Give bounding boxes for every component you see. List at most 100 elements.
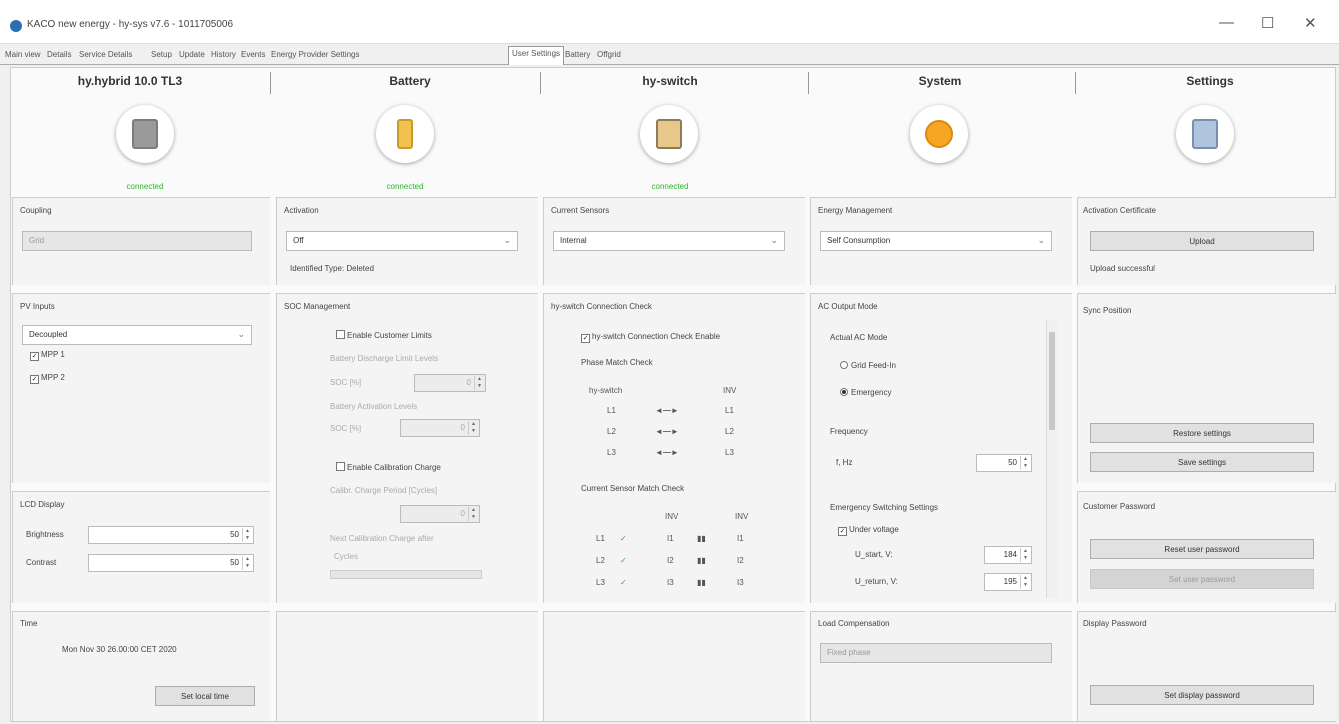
load-combo: Fixed phase xyxy=(820,643,1052,663)
spin-arrows-icon[interactable]: ▲ ▼ xyxy=(242,528,252,542)
frequency-title: Frequency xyxy=(830,427,868,436)
spin-arrows-icon: ▲ ▼ xyxy=(468,507,478,521)
tab-setup[interactable]: Setup xyxy=(148,48,175,64)
load-title: Load Compensation xyxy=(818,619,890,628)
tab-update[interactable]: Update xyxy=(176,48,208,64)
mpp1-label: MPP 1 xyxy=(41,350,65,359)
divider xyxy=(270,72,271,94)
tab-energy-provider-settings[interactable]: Energy Provider Settings xyxy=(268,48,363,64)
hyswitch-check-title: hy-switch Connection Check xyxy=(551,302,652,311)
hyswitch-check-enable-checkbox[interactable]: ✓ hy-switch Connection Check Enable xyxy=(581,332,720,343)
current-time: Mon Nov 30 26.00:00 CET 2020 xyxy=(62,645,177,654)
activation-combo[interactable]: Off ⌄ xyxy=(286,231,518,251)
customer-password-title: Customer Password xyxy=(1083,502,1156,511)
sensor-col-inv: INV xyxy=(665,512,679,521)
spin-arrows-icon[interactable]: ▲ ▼ xyxy=(1020,456,1030,470)
spin-arrows-icon[interactable]: ▲ ▼ xyxy=(1020,575,1030,589)
chevron-down-icon: ⌄ xyxy=(770,235,778,245)
coupling-value: Grid xyxy=(29,236,45,245)
tab-main-view[interactable]: Main view xyxy=(2,48,44,64)
tab-history[interactable]: History xyxy=(208,48,239,64)
radio-button-selected xyxy=(840,388,848,396)
system-gear-icon[interactable] xyxy=(910,105,968,163)
sensor-ok-icon: ✓ xyxy=(620,578,627,587)
check-icon: ✓ xyxy=(838,527,847,536)
reset-user-password-button[interactable]: Reset user password xyxy=(1090,539,1314,559)
tab-battery[interactable]: Battery xyxy=(562,48,593,64)
mpp2-checkbox[interactable]: ✓ MPP 2 xyxy=(30,373,65,384)
grid-feed-in-radio[interactable]: Grid Feed-In xyxy=(840,361,896,370)
upload-button[interactable]: Upload xyxy=(1090,231,1314,251)
set-display-password-button[interactable]: Set display password xyxy=(1090,685,1314,705)
phase-label: L2 xyxy=(607,427,616,436)
tab-user-settings[interactable]: User Settings xyxy=(508,46,565,65)
energy-combo[interactable]: Self Consumption ⌄ xyxy=(820,231,1052,251)
empty-section xyxy=(543,611,805,721)
enable-customer-limits-label: Enable Customer Limits xyxy=(347,331,432,340)
frequency-value: 50 xyxy=(1008,458,1017,467)
contrast-value: 50 xyxy=(230,558,239,567)
frequency-label: f, Hz xyxy=(836,458,853,467)
cycles-value: 0 xyxy=(460,509,465,518)
current-sensors-title: Current Sensors xyxy=(551,206,610,215)
sensor-inv-value: I3 xyxy=(667,578,674,587)
next-calibration-cycles: Cycles xyxy=(334,552,359,561)
maximize-button[interactable]: ☐ xyxy=(1261,14,1274,32)
mpp1-checkbox[interactable]: ✓ MPP 1 xyxy=(30,350,65,361)
restore-settings-button[interactable]: Restore settings xyxy=(1090,423,1314,443)
time-title: Time xyxy=(20,619,38,628)
soc-label-2: SOC [%] xyxy=(330,424,362,433)
close-button[interactable]: ✕ xyxy=(1304,14,1317,32)
next-calibration-label: Next Calibration Charge after xyxy=(330,534,434,543)
brightness-spinbox[interactable]: 50 ▲ ▼ xyxy=(88,526,254,544)
pv-inputs-section xyxy=(12,293,270,483)
cycles-spinbox: 0 ▲ ▼ xyxy=(400,505,480,523)
sync-title: Sync Position xyxy=(1083,306,1132,315)
status-text-hyswitch: connected xyxy=(651,182,689,191)
sensor-inv-value: I3 xyxy=(737,578,744,587)
under-voltage-checkbox[interactable]: ✓ Under voltage xyxy=(838,525,899,536)
tab-details[interactable]: Details xyxy=(44,48,74,64)
soc-spinbox-2: 0 ▲ ▼ xyxy=(400,419,480,437)
contrast-spinbox[interactable]: 50 ▲ ▼ xyxy=(88,554,254,572)
spin-arrows-icon[interactable]: ▲ ▼ xyxy=(1020,548,1030,562)
upload-status: Upload successful xyxy=(1090,264,1155,273)
save-settings-button[interactable]: Save settings xyxy=(1090,452,1314,472)
pv-inputs-value: Decoupled xyxy=(29,330,68,339)
current-sensors-combo[interactable]: Internal ⌄ xyxy=(553,231,785,251)
tab-offgrid[interactable]: Offgrid xyxy=(594,48,624,64)
minimize-button[interactable]: — xyxy=(1219,14,1234,31)
soc-value-1: 0 xyxy=(466,378,471,387)
enable-calibration-label: Enable Calibration Charge xyxy=(347,463,441,472)
ac-output-scrollbar[interactable] xyxy=(1046,320,1058,598)
u-start-spinbox[interactable]: 184 ▲ ▼ xyxy=(984,546,1032,564)
coupling-title: Coupling xyxy=(20,206,52,215)
inverter-icon[interactable] xyxy=(116,105,174,163)
phase-label: L2 xyxy=(725,427,734,436)
status-text-battery: connected xyxy=(386,182,424,191)
emergency-radio[interactable]: Emergency xyxy=(840,388,891,397)
energy-value: Self Consumption xyxy=(827,236,891,245)
pv-inputs-combo[interactable]: Decoupled ⌄ xyxy=(22,325,252,345)
sensor-inv-value: I2 xyxy=(737,556,744,565)
check-icon: ✓ xyxy=(30,375,39,384)
battery-icon[interactable] xyxy=(376,105,434,163)
set-local-time-button[interactable]: Set local time xyxy=(155,686,255,706)
frequency-spinbox[interactable]: 50 ▲ ▼ xyxy=(976,454,1032,472)
sensor-inv-value: I1 xyxy=(737,534,744,543)
identified-type: Identified Type: Deleted xyxy=(290,264,374,273)
settings-clipboard-icon[interactable] xyxy=(1176,105,1234,163)
hyswitch-icon[interactable] xyxy=(640,105,698,163)
enable-calibration-checkbox[interactable]: Enable Calibration Charge xyxy=(336,462,441,472)
spin-arrows-icon[interactable]: ▲ ▼ xyxy=(242,556,252,570)
scrollbar-thumb[interactable] xyxy=(1049,332,1055,430)
brightness-label: Brightness xyxy=(26,530,64,539)
enable-customer-limits-checkbox[interactable]: Enable Customer Limits xyxy=(336,330,432,340)
app-icon xyxy=(10,20,22,32)
tab-service-details[interactable]: Service Details xyxy=(76,48,135,64)
u-return-spinbox[interactable]: 195 ▲ ▼ xyxy=(984,573,1032,591)
pv-inputs-title: PV Inputs xyxy=(20,302,55,311)
soc-label-1: SOC [%] xyxy=(330,378,362,387)
sensor-phase: L3 xyxy=(596,578,605,587)
tab-events[interactable]: Events xyxy=(238,48,268,64)
